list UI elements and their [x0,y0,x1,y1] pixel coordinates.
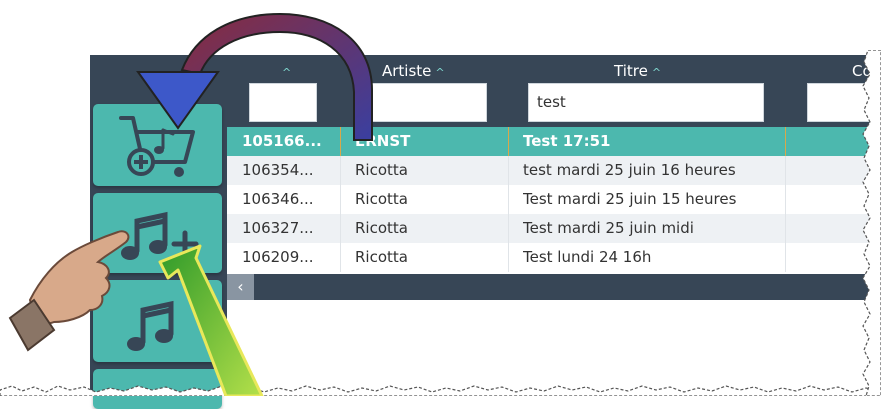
annotation-overlay [8,12,373,396]
green-arrow-icon [158,244,264,396]
curved-arrow-icon [136,12,373,141]
hand-pointer-icon [8,230,130,352]
